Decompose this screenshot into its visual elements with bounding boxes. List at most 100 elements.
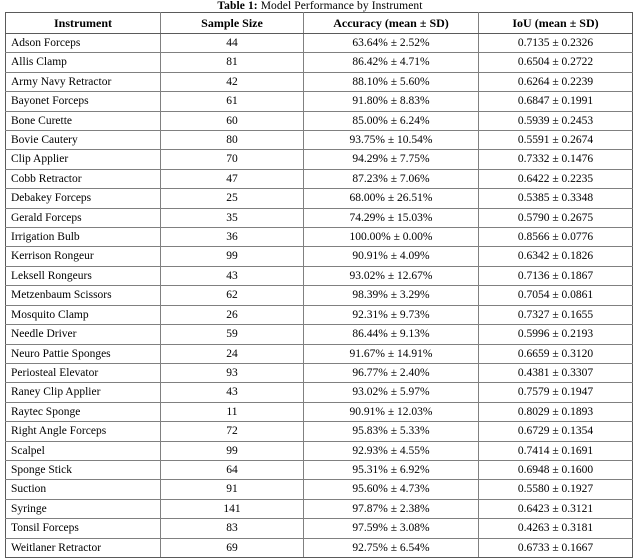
cell-iou: 0.7135 ± 0.2326 bbox=[478, 32, 633, 54]
cell-sample-size: 83 bbox=[160, 518, 304, 539]
cell-sample-size: 26 bbox=[160, 304, 304, 326]
cell-accuracy: 92.31% ± 9.73% bbox=[303, 304, 479, 326]
cell-sample-size: 24 bbox=[160, 343, 304, 364]
cell-accuracy: 87.23% ± 7.06% bbox=[303, 168, 479, 190]
cell-iou: 0.6342 ± 0.1826 bbox=[478, 246, 633, 267]
cell-instrument: Needle Driver bbox=[5, 324, 161, 345]
cell-iou: 0.4263 ± 0.3181 bbox=[478, 518, 633, 539]
cell-instrument: Cobb Retractor bbox=[5, 168, 161, 190]
cell-iou: 0.5790 ± 0.2675 bbox=[478, 207, 633, 229]
cell-accuracy: 97.87% ± 2.38% bbox=[303, 498, 479, 520]
table-row: Adson Forceps 44 63.64% ± 2.52% 0.7135 ± 0.… bbox=[5, 32, 633, 54]
cell-instrument: Allis Clamp bbox=[5, 52, 161, 73]
cell-instrument: Suction bbox=[5, 479, 161, 500]
cell-accuracy: 98.39% ± 3.29% bbox=[303, 285, 479, 306]
cell-instrument: Metzenbaum Scissors bbox=[5, 285, 161, 306]
cell-instrument: Raytec Sponge bbox=[5, 401, 161, 423]
cell-instrument: Bovie Cautery bbox=[5, 130, 161, 151]
table-caption-text: Model Performance by Instrument bbox=[260, 0, 423, 12]
cell-accuracy: 92.93% ± 4.55% bbox=[303, 440, 479, 461]
cell-sample-size: 141 bbox=[160, 498, 304, 520]
cell-iou: 0.6659 ± 0.3120 bbox=[478, 343, 633, 364]
cell-instrument: Syringe bbox=[5, 498, 161, 520]
cell-iou: 0.6422 ± 0.2235 bbox=[478, 168, 633, 190]
column-header-iou: IoU (mean ± SD) bbox=[478, 12, 633, 34]
cell-sample-size: 35 bbox=[160, 207, 304, 229]
cell-sample-size: 93 bbox=[160, 362, 304, 384]
cell-instrument: Bayonet Forceps bbox=[5, 91, 161, 112]
cell-iou: 0.4381 ± 0.3307 bbox=[478, 362, 633, 384]
cell-iou: 0.8566 ± 0.0776 bbox=[478, 227, 633, 248]
cell-iou: 0.6423 ± 0.3121 bbox=[478, 498, 633, 520]
cell-instrument: Tonsil Forceps bbox=[5, 518, 161, 539]
cell-sample-size: 91 bbox=[160, 479, 304, 500]
cell-sample-size: 42 bbox=[160, 71, 304, 93]
cell-accuracy: 68.00% ± 26.51% bbox=[303, 188, 479, 209]
cell-instrument: Sponge Stick bbox=[5, 459, 161, 481]
cell-iou: 0.5939 ± 0.2453 bbox=[478, 110, 633, 132]
performance-table: Instrument Sample Size Accuracy (mean ± SD… bbox=[5, 12, 633, 558]
cell-sample-size: 43 bbox=[160, 265, 304, 287]
table-row: Tonsil Forceps 83 97.59% ± 3.08% 0.4263 ± 0… bbox=[5, 518, 633, 539]
cell-instrument: Weitlaner Retractor bbox=[5, 537, 161, 558]
cell-iou: 0.6733 ± 0.1667 bbox=[478, 537, 633, 558]
cell-sample-size: 25 bbox=[160, 188, 304, 209]
cell-instrument: Scalpel bbox=[5, 440, 161, 461]
cell-sample-size: 60 bbox=[160, 110, 304, 132]
cell-iou: 0.7332 ± 0.1476 bbox=[478, 149, 633, 170]
cell-instrument: Right Angle Forceps bbox=[5, 421, 161, 442]
column-header-instrument: Instrument bbox=[5, 12, 161, 34]
cell-sample-size: 43 bbox=[160, 382, 304, 403]
cell-accuracy: 95.31% ± 6.92% bbox=[303, 459, 479, 481]
table-row: Scalpel 99 92.93% ± 4.55% 0.7414 ± 0.1691 bbox=[5, 440, 633, 461]
table-header-row: Instrument Sample Size Accuracy (mean ± SD… bbox=[5, 12, 633, 34]
cell-sample-size: 72 bbox=[160, 421, 304, 442]
cell-instrument: Raney Clip Applier bbox=[5, 382, 161, 403]
cell-accuracy: 63.64% ± 2.52% bbox=[303, 32, 479, 54]
cell-sample-size: 62 bbox=[160, 285, 304, 306]
cell-accuracy: 93.02% ± 5.97% bbox=[303, 382, 479, 403]
cell-accuracy: 93.02% ± 12.67% bbox=[303, 265, 479, 287]
cell-accuracy: 95.60% ± 4.73% bbox=[303, 479, 479, 500]
cell-sample-size: 64 bbox=[160, 459, 304, 481]
cell-instrument: Neuro Pattie Sponges bbox=[5, 343, 161, 364]
cell-iou: 0.5580 ± 0.1927 bbox=[478, 479, 633, 500]
cell-instrument: Adson Forceps bbox=[5, 32, 161, 54]
cell-iou: 0.7414 ± 0.1691 bbox=[478, 440, 633, 461]
cell-instrument: Kerrison Rongeur bbox=[5, 246, 161, 267]
table-row: Irrigation Bulb 36 100.00% ± 0.00% 0.8566 ±… bbox=[5, 227, 633, 248]
table-body: Adson Forceps 44 63.64% ± 2.52% 0.7135 ± 0.… bbox=[5, 32, 633, 558]
cell-sample-size: 59 bbox=[160, 324, 304, 345]
cell-accuracy: 95.83% ± 5.33% bbox=[303, 421, 479, 442]
table-row: Kerrison Rongeur 99 90.91% ± 4.09% 0.6342 ±… bbox=[5, 246, 633, 267]
cell-instrument: Mosquito Clamp bbox=[5, 304, 161, 326]
cell-accuracy: 91.67% ± 14.91% bbox=[303, 343, 479, 364]
cell-sample-size: 70 bbox=[160, 149, 304, 170]
table-row: Periosteal Elevator 93 96.77% ± 2.40% 0.438… bbox=[5, 362, 633, 384]
table-row: Gerald Forceps 35 74.29% ± 15.03% 0.5790 ± … bbox=[5, 207, 633, 229]
cell-instrument: Gerald Forceps bbox=[5, 207, 161, 229]
cell-iou: 0.5591 ± 0.2674 bbox=[478, 130, 633, 151]
table-row: Leksell Rongeurs 43 93.02% ± 12.67% 0.7136 … bbox=[5, 265, 633, 287]
cell-iou: 0.6729 ± 0.1354 bbox=[478, 421, 633, 442]
table-row: Sponge Stick 64 95.31% ± 6.92% 0.6948 ± 0.1… bbox=[5, 459, 633, 481]
performance-table-container: Instrument Sample Size Accuracy (mean ± SD… bbox=[5, 12, 633, 558]
table-row: Needle Driver 59 86.44% ± 9.13% 0.5996 ± 0.… bbox=[5, 324, 633, 345]
cell-sample-size: 80 bbox=[160, 130, 304, 151]
cell-accuracy: 86.44% ± 9.13% bbox=[303, 324, 479, 345]
cell-iou: 0.7054 ± 0.0861 bbox=[478, 285, 633, 306]
table-row: Raytec Sponge 11 90.91% ± 12.03% 0.8029 ± 0… bbox=[5, 401, 633, 423]
cell-sample-size: 99 bbox=[160, 246, 304, 267]
table-row: Mosquito Clamp 26 92.31% ± 9.73% 0.7327 ± 0… bbox=[5, 304, 633, 326]
cell-iou: 0.5385 ± 0.3348 bbox=[478, 188, 633, 209]
cell-accuracy: 97.59% ± 3.08% bbox=[303, 518, 479, 539]
table-row: Army Navy Retractor 42 88.10% ± 5.60% 0.626… bbox=[5, 71, 633, 93]
cell-sample-size: 44 bbox=[160, 32, 304, 54]
cell-accuracy: 90.91% ± 12.03% bbox=[303, 401, 479, 423]
cell-instrument: Clip Applier bbox=[5, 149, 161, 170]
cell-accuracy: 85.00% ± 6.24% bbox=[303, 110, 479, 132]
cell-instrument: Bone Curette bbox=[5, 110, 161, 132]
cell-accuracy: 74.29% ± 15.03% bbox=[303, 207, 479, 229]
table-row: Neuro Pattie Sponges 24 91.67% ± 14.91% 0.6… bbox=[5, 343, 633, 364]
table-row: Debakey Forceps 25 68.00% ± 26.51% 0.5385 ±… bbox=[5, 188, 633, 209]
